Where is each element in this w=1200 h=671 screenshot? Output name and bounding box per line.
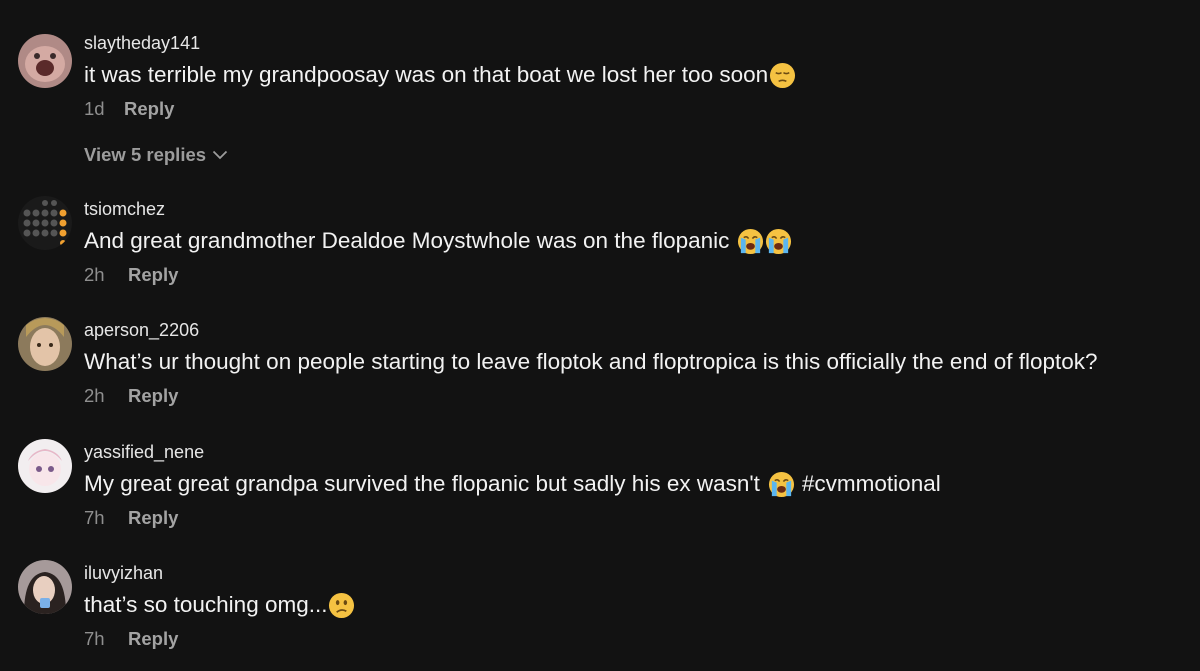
comment-meta: 7h Reply (84, 506, 941, 530)
timestamp: 2h (84, 264, 105, 285)
comment-meta: 2h Reply (84, 384, 1098, 408)
reply-button[interactable]: Reply (128, 263, 178, 287)
avatar[interactable] (18, 34, 72, 88)
avatar[interactable] (18, 317, 72, 371)
view-replies-label: View 5 replies (84, 144, 207, 165)
chevron-down-icon (212, 150, 228, 160)
comment-meta: 2h Reply (84, 263, 792, 287)
comment-text: My great great grandpa survived the flop… (84, 469, 941, 499)
comment-text: And great grandmother Dealdoe Moystwhole… (84, 226, 792, 256)
comment-meta: 7h Reply (84, 627, 355, 651)
reply-button[interactable]: Reply (128, 506, 178, 530)
loudly-crying-face-emoji-icon (768, 471, 795, 498)
comment-text: What’s ur thought on people starting to … (84, 347, 1098, 377)
username[interactable]: slaytheday141 (84, 32, 796, 54)
username[interactable]: iluvyizhan (84, 562, 355, 584)
avatar[interactable] (18, 560, 72, 614)
username[interactable]: yassified_nene (84, 441, 941, 463)
username[interactable]: tsiomchez (84, 198, 792, 220)
reply-button[interactable]: Reply (128, 627, 178, 651)
pensive-face-emoji-icon (769, 62, 796, 89)
reply-button[interactable]: Reply (124, 97, 174, 121)
comment-text: that’s so touching omg... (84, 590, 355, 620)
timestamp: 7h (84, 628, 105, 649)
timestamp: 1d (84, 98, 105, 119)
loudly-crying-face-emoji-icon (737, 228, 764, 255)
comment-text-content: it was terrible my grandpoosay was on th… (84, 62, 769, 87)
comment-meta: 1d Reply (84, 97, 796, 121)
comment-text-content: And great grandmother Dealdoe Moystwhole… (84, 228, 730, 253)
comment-text: it was terrible my grandpoosay was on th… (84, 60, 796, 90)
loudly-crying-face-emoji-icon (765, 228, 792, 255)
avatar[interactable] (18, 439, 72, 493)
comment-text-content: My great great grandpa survived the flop… (84, 471, 760, 496)
view-replies-button[interactable]: View 5 replies (84, 144, 228, 166)
timestamp: 7h (84, 507, 105, 528)
reply-button[interactable]: Reply (128, 384, 178, 408)
username[interactable]: aperson_2206 (84, 319, 1098, 341)
avatar[interactable] (18, 196, 72, 250)
confused-face-emoji-icon (328, 592, 355, 619)
comment-text-content: that’s so touching omg... (84, 592, 328, 617)
hashtag-link[interactable]: #cvmmotional (802, 469, 941, 499)
comment-text-content: What’s ur thought on people starting to … (84, 349, 1098, 374)
timestamp: 2h (84, 385, 105, 406)
